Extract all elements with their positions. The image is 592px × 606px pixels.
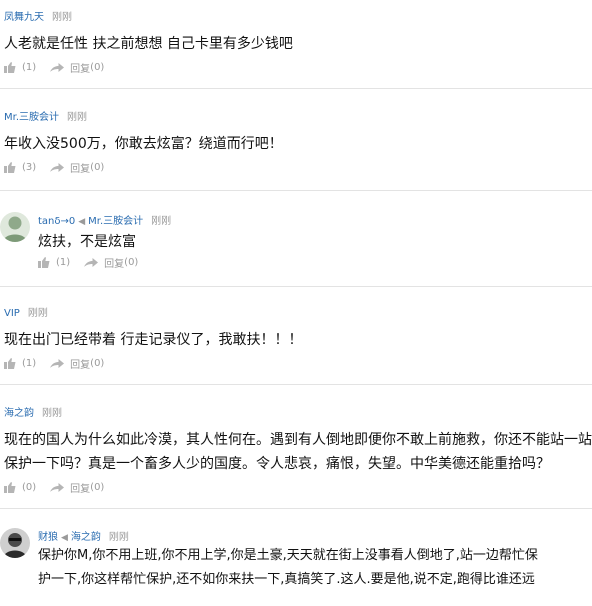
like-count: (1) — [56, 257, 71, 268]
comment-meta: 凤舞九天 刚刚 — [4, 8, 72, 23]
comment-actions: (0) 回复 (0) — [4, 480, 118, 495]
reply-button[interactable]: 回复 (0) — [84, 255, 138, 270]
thumbs-up-icon — [4, 482, 16, 493]
divider — [0, 286, 592, 287]
share-arrow-icon — [50, 163, 65, 172]
reply-count: (0) — [124, 257, 139, 268]
comment-author[interactable]: VIP — [4, 308, 20, 319]
reply-count: (0) — [90, 162, 105, 173]
divider — [0, 508, 592, 509]
thumbs-up-icon — [4, 358, 16, 369]
reply-to-author[interactable]: 海之韵 — [71, 532, 101, 543]
like-button[interactable]: (3) — [4, 162, 36, 173]
comment-text-line-1: 现在的国人为什么如此冷漠，其人性何在。遇到有人倒地即便你不敢上前施救，你还不能站… — [4, 432, 592, 448]
comment-time: 刚刚 — [42, 408, 62, 419]
reply-button[interactable]: 回复 (0) — [50, 356, 104, 371]
divider — [0, 190, 592, 191]
comment-time: 刚刚 — [151, 216, 172, 227]
reply-label: 回复 — [104, 259, 125, 270]
share-arrow-icon — [50, 359, 65, 368]
like-count: (1) — [22, 62, 37, 73]
share-arrow-icon — [50, 483, 65, 492]
comment-time: 刚刚 — [67, 112, 87, 123]
like-button[interactable]: (1) — [4, 62, 36, 73]
reply-label: 回复 — [70, 484, 91, 495]
like-count: (3) — [22, 162, 37, 173]
like-button[interactable]: (1) — [4, 358, 36, 369]
like-button[interactable]: (0) — [4, 482, 36, 493]
comment-actions: (3) 回复 (0) — [4, 160, 118, 175]
comment-text-line-2: 护一下,你这样帮忙保护,还不如你来扶一下,真搞笑了.这人.要是他,说不定,跑得比… — [38, 572, 535, 587]
comment-text-line-1: 保护你M,你不用上班,你不用上学,你是土豪,天天就在街上没事看人倒地了,站一边帮… — [38, 548, 538, 563]
reply-button[interactable]: 回复 (0) — [50, 60, 104, 75]
comment-time: 刚刚 — [52, 12, 72, 23]
comment-meta: VIP 刚刚 — [4, 304, 48, 319]
divider — [0, 384, 592, 385]
reply-label: 回复 — [70, 164, 91, 175]
divider — [0, 88, 592, 89]
comment-meta: 财狼 ◀ 海之韵 刚刚 — [38, 528, 129, 543]
reply-to-arrow-icon: ◀ — [78, 217, 86, 227]
avatar[interactable] — [0, 212, 30, 242]
share-arrow-icon — [50, 63, 65, 72]
avatar-image — [0, 528, 30, 558]
comment-time: 刚刚 — [27, 308, 48, 319]
comment-text: 人老就是任性 扶之前想想 自己卡里有多少钱吧 — [4, 36, 293, 52]
comment-text: 现在出门已经带着 行走记录仪了，我敢扶！！！ — [4, 332, 303, 348]
comment-actions: (1) 回复 (0) — [4, 60, 118, 75]
comment-author[interactable]: Mr.三胺会计 — [4, 112, 59, 123]
reply-button[interactable]: 回复 (0) — [50, 480, 104, 495]
like-count: (0) — [22, 482, 37, 493]
comment-author[interactable]: 海之韵 — [4, 408, 34, 419]
thumbs-up-icon — [4, 62, 16, 73]
thumbs-up-icon — [38, 257, 50, 268]
comment-text: 炫扶，不是炫富 — [38, 234, 136, 250]
like-button[interactable]: (1) — [38, 257, 70, 268]
comment-meta: tanδ→0 ◀ Mr.三胺会计 刚刚 — [38, 212, 171, 227]
comment-author[interactable]: tanδ→0 — [38, 216, 75, 227]
comment-text: 年收入没500万，你敢去炫富？绕道而行吧！ — [4, 136, 283, 152]
reply-count: (0) — [90, 62, 105, 73]
like-count: (1) — [22, 358, 37, 369]
reply-to-author[interactable]: Mr.三胺会计 — [88, 216, 143, 227]
reply-label: 回复 — [70, 360, 91, 371]
comment-feed: 凤舞九天 刚刚 人老就是任性 扶之前想想 自己卡里有多少钱吧 (1) 回复 (0) … — [0, 0, 592, 606]
reply-count: (0) — [90, 482, 105, 493]
avatar[interactable] — [0, 528, 30, 558]
reply-count: (0) — [90, 358, 105, 369]
avatar-image — [0, 212, 30, 242]
comment-text-line-2: 保护一下吗？真是一个畜多人少的国度。令人悲哀，痛恨，失望。中华美德还能重拾吗？ — [4, 456, 550, 472]
thumbs-up-icon — [4, 162, 16, 173]
reply-to-arrow-icon: ◀ — [61, 533, 68, 543]
comment-author[interactable]: 财狼 — [38, 532, 58, 543]
comment-author[interactable]: 凤舞九天 — [4, 12, 44, 23]
comment-actions: (1) 回复 (0) — [4, 356, 118, 371]
comment-actions: (1) 回复 (0) — [38, 255, 152, 270]
reply-label: 回复 — [70, 64, 91, 75]
comment-meta: Mr.三胺会计 刚刚 — [4, 108, 87, 123]
share-arrow-icon — [84, 258, 99, 267]
reply-button[interactable]: 回复 (0) — [50, 160, 104, 175]
comment-meta: 海之韵 刚刚 — [4, 404, 62, 419]
comment-time: 刚刚 — [108, 532, 129, 543]
